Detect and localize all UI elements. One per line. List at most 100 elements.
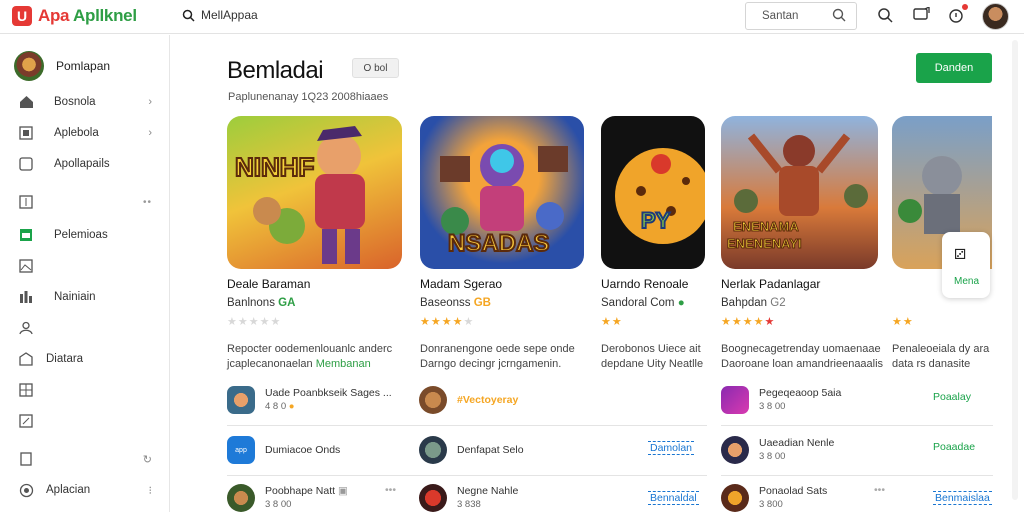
sidebar: Pomlapan Bosnola › Aplebola › Apollapail…: [0, 35, 170, 512]
app-artwork[interactable]: NSADAS: [420, 116, 584, 269]
list-item-meta: 3 800: [759, 499, 783, 510]
list-item-title: Denfapat Selo: [457, 444, 524, 456]
app-name[interactable]: Nerlak Padanlagar: [721, 277, 820, 291]
chat-icon[interactable]: [913, 7, 930, 23]
list-item-title: Uade Poanbkseik Sages ...: [265, 387, 392, 399]
list-item-title: Negne Nahle: [457, 485, 519, 497]
more-icon[interactable]: •••: [385, 484, 396, 496]
app-name[interactable]: Uarndo Renoale: [601, 277, 688, 291]
list-item-meta: 3 8 00: [759, 451, 786, 462]
sidebar-item-label: Apollapails: [54, 158, 110, 170]
main-content: Bemladai O bol Paplunenanay 1Q23 2008hia…: [171, 35, 1024, 512]
list-item[interactable]: app Dumiacoe Onds: [227, 433, 340, 467]
app-developer: Sandoral Com ●: [601, 297, 685, 309]
rating-stars: ★★★★★: [420, 316, 475, 328]
character-illustration: PY: [615, 148, 705, 244]
sidebar-item-settings[interactable]: Aplacian ⁝: [18, 482, 158, 498]
sidebar-item-docs[interactable]: ↻: [18, 451, 158, 467]
sidebar-item-applications[interactable]: Apollapails: [18, 156, 158, 172]
list-item-title: Pegeqeaoop 5aia: [759, 387, 842, 399]
list-item[interactable]: Negne Nahle 3 838: [419, 481, 518, 515]
list-item[interactable]: Uaeadian Nenle 3 8 00: [721, 433, 834, 467]
nav-search[interactable]: MellAppaa: [182, 8, 258, 22]
search-icon: [832, 8, 846, 22]
install-button[interactable]: Poaalay: [933, 391, 971, 403]
grid-icon: [18, 382, 34, 398]
download-button[interactable]: Benmaislaa: [933, 491, 992, 505]
list-item-title: Poobhape Natt ▣: [265, 485, 348, 497]
search-placeholder: Santan: [762, 10, 799, 22]
sidebar-item-grid[interactable]: [18, 382, 158, 398]
page-title: Bemladai: [227, 57, 324, 84]
settings-icon: [18, 482, 34, 498]
list-item[interactable]: Pegeqeaoop 5aia 3 8 00: [721, 383, 841, 417]
sidebar-item-profile[interactable]: [18, 320, 158, 336]
character-illustration: ENENAMA ENENENAYI: [727, 133, 868, 252]
sidebar-item-stats[interactable]: Nainiain: [18, 289, 158, 305]
search-icon[interactable]: [877, 7, 893, 23]
app-logo[interactable]: U Apa Apllknel: [12, 6, 137, 26]
filter-chip[interactable]: O bol: [352, 58, 399, 78]
list-item[interactable]: Ponaolad Sats 3 800: [721, 481, 827, 515]
sidebar-item-media[interactable]: [18, 258, 158, 274]
more-icon[interactable]: ⁝: [149, 484, 153, 497]
sidebar-item-store[interactable]: Diatara: [18, 351, 158, 367]
sidebar-item-apps[interactable]: Aplebola ›: [18, 125, 158, 141]
list-item-meta: 3 8 00: [265, 499, 292, 510]
app-description: Donranengone oede sepe onde Darngo decing…: [420, 343, 575, 370]
app-card[interactable]: ENENAMA ENENENAYI Nerlak Padanlagar Bahp…: [721, 116, 883, 370]
avatar: [14, 51, 44, 81]
app-artwork[interactable]: NINHF: [227, 116, 402, 269]
list-item[interactable]: Denfapat Selo: [419, 433, 524, 467]
app-artwork[interactable]: PY: [601, 116, 705, 269]
list-item[interactable]: #Vectoyeray: [419, 383, 518, 417]
notification-badge: 2: [962, 4, 968, 10]
app-icon: [227, 386, 255, 414]
sidebar-item-label: Aplebola: [54, 127, 99, 139]
divider: [721, 425, 993, 426]
app-name[interactable]: Deale Baraman: [227, 277, 310, 291]
install-button[interactable]: Poaadae: [933, 441, 975, 453]
refresh-icon[interactable]: ↻: [143, 453, 152, 466]
list-item-title: Dumiacoe Onds: [265, 444, 341, 456]
search-input[interactable]: Santan: [745, 2, 857, 30]
rating-stars: ★★: [601, 316, 623, 328]
popup-label: Mena: [954, 276, 980, 287]
more-icon[interactable]: ••: [143, 197, 152, 208]
character-illustration: NSADAS: [440, 144, 568, 258]
image-icon: [18, 258, 34, 274]
app-card[interactable]: NSADAS Madam Sgerao Baseonss GB ★★★★★ Do…: [420, 116, 584, 370]
app-description: Penaleoeiala dy ara data rs danasite: [892, 343, 990, 370]
app-artwork[interactable]: ENENAMA ENENENAYI: [721, 116, 878, 269]
app-icon: [721, 484, 749, 512]
sidebar-item-edit[interactable]: [18, 413, 158, 429]
app-icon: [419, 436, 447, 464]
character-illustration: NINHF: [234, 126, 365, 264]
app-icon: [721, 386, 749, 414]
app-card[interactable]: NINHF Deale Baraman Banlnons GA ★★★★★ Re…: [227, 116, 402, 370]
list-item[interactable]: Uade Poanbkseik Sages ... 4 8 0 ●: [227, 383, 392, 417]
popup-card[interactable]: ⚂ Mena: [942, 232, 990, 298]
app-icon: [419, 484, 447, 512]
app-icon: [419, 386, 447, 414]
book-icon: [18, 194, 34, 210]
divider: [721, 475, 993, 476]
app-card[interactable]: PY Uarndo Renoale Sandoral Com ● ★★ Dero…: [601, 116, 705, 370]
primary-action-button[interactable]: Danden: [916, 53, 992, 83]
user-avatar[interactable]: [982, 3, 1009, 30]
scrollbar[interactable]: [1012, 40, 1018, 500]
more-icon[interactable]: •••: [874, 484, 885, 496]
sidebar-item-label: Pelemioas: [54, 229, 108, 241]
sidebar-user[interactable]: Pomlapan: [14, 51, 110, 81]
sidebar-item-home[interactable]: Bosnola ›: [18, 94, 158, 110]
rating-stars: ★★★★★: [227, 316, 282, 328]
download-button[interactable]: Damolan: [648, 441, 695, 455]
download-button[interactable]: Bennaldal: [648, 491, 699, 505]
sidebar-user-name: Pomlapan: [56, 59, 111, 73]
app-description: Repocter oodemenlouanlc anderc jcaplecano…: [227, 343, 393, 370]
sidebar-item-library[interactable]: ••: [18, 194, 158, 210]
divider: [227, 425, 707, 426]
list-item[interactable]: Poobhape Natt ▣ 3 8 00: [227, 481, 348, 515]
sidebar-item-bookmarks[interactable]: Pelemioas: [18, 227, 158, 243]
app-name[interactable]: Madam Sgerao: [420, 277, 502, 291]
